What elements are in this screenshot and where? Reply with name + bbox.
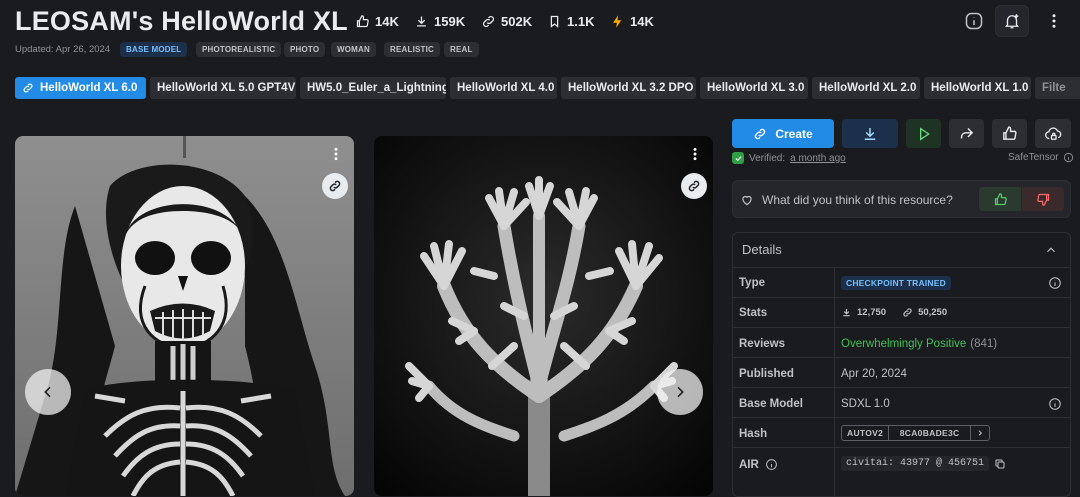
skeleton-woman-image [15, 136, 354, 496]
stat-buzz: 14K [610, 11, 654, 31]
download-button[interactable] [842, 119, 898, 148]
published-value: Apr 20, 2024 [841, 368, 907, 380]
bell-plus-icon [1003, 12, 1021, 30]
hash-type[interactable]: AUTOV2 [842, 426, 890, 440]
tag-woman[interactable]: WOMAN [331, 42, 376, 57]
hash-code[interactable]: 8CA0BADE3C [889, 426, 972, 440]
version-tab-6-0[interactable]: HelloWorld XL 6.0 [15, 77, 146, 99]
chevron-right-icon [672, 384, 688, 400]
info-icon[interactable] [1048, 276, 1062, 290]
feedback-question: What did you think of this resource? [740, 193, 953, 207]
more-menu-button[interactable] [1037, 5, 1071, 37]
copy-icon[interactable] [994, 458, 1006, 470]
version-tab-hw5-lightning[interactable]: HW5.0_Euler_a_Lightning [300, 77, 446, 99]
download-icon [841, 307, 852, 318]
shield-check-icon [732, 152, 744, 164]
thumbs-down-icon [1036, 192, 1051, 207]
info-icon[interactable] [1048, 397, 1062, 411]
chevron-right-icon[interactable] [971, 426, 989, 440]
hash-label: Hash [739, 428, 768, 440]
link-icon [22, 82, 34, 94]
carousel-prev-button[interactable] [25, 369, 71, 415]
tag-photo[interactable]: PHOTO [284, 42, 326, 57]
card-remix-button[interactable] [322, 173, 348, 199]
hands-sculpture-image [374, 136, 713, 496]
info-button[interactable] [957, 5, 991, 37]
lightning-icon [610, 14, 625, 29]
link-icon [687, 179, 701, 193]
stat-likes: 14K [355, 11, 399, 31]
info-icon [964, 11, 984, 31]
stat-downloads: 159K [414, 11, 465, 31]
version-tab-4-0[interactable]: HelloWorld XL 4.0 [450, 77, 557, 99]
play-icon [916, 126, 932, 142]
link-icon [328, 179, 342, 193]
tag-real[interactable]: REAL [444, 42, 479, 57]
verified-time-link[interactable]: a month ago [790, 153, 846, 164]
reviews-value[interactable]: Overwhelmingly Positive (841) [841, 338, 997, 350]
card-menu-button[interactable] [326, 144, 346, 164]
link-icon [481, 14, 496, 29]
download-icon [414, 14, 429, 29]
stat-generations: 502K [481, 11, 532, 31]
air-value: civitai: 43977 @ 456751 [841, 456, 1006, 471]
thumbs-up-review-button[interactable] [979, 187, 1021, 211]
thumbs-up-icon [355, 14, 370, 29]
create-button[interactable]: Create [732, 119, 834, 148]
card-menu-button[interactable] [685, 144, 705, 164]
base-model-tag[interactable]: BASE MODEL [120, 42, 188, 57]
version-tab-1-0[interactable]: HelloWorld XL 1.0 [924, 77, 1031, 99]
cloud-lock-button[interactable] [1035, 119, 1071, 148]
stat-bookmarks: 1.1K [547, 11, 594, 31]
bookmark-icon [547, 14, 562, 29]
tag-photorealistic[interactable]: PHOTOREALISTIC [196, 42, 282, 57]
safetensor-label: SafeTensor [1008, 152, 1074, 163]
carousel-next-button[interactable] [657, 369, 703, 415]
link-icon [902, 307, 913, 318]
updated-date: Updated: Apr 26, 2024 [15, 44, 111, 55]
cloud-lock-icon [1044, 125, 1062, 143]
published-label: Published [739, 368, 794, 380]
version-tab-3-0[interactable]: HelloWorld XL 3.0 [700, 77, 808, 99]
info-icon[interactable] [765, 458, 778, 471]
download-icon [861, 125, 879, 143]
info-icon[interactable] [1063, 152, 1074, 163]
stats-label: Stats [739, 307, 768, 319]
tag-realistic[interactable]: REALISTIC [384, 42, 441, 57]
share-icon [958, 125, 975, 142]
hash-value[interactable]: AUTOV2 8CA0BADE3C [841, 425, 991, 441]
thumbs-up-icon [993, 192, 1008, 207]
thumbs-down-review-button[interactable] [1022, 187, 1064, 211]
verified-status: Verified: a month ago [732, 152, 846, 164]
stats-value: 12,750 50,250 [841, 307, 947, 318]
link-icon [753, 127, 767, 141]
version-tab-3-2-dpo[interactable]: HelloWorld XL 3.2 DPO [561, 77, 696, 99]
notify-button[interactable] [995, 5, 1029, 37]
like-button[interactable] [992, 119, 1027, 148]
air-label: AIR [739, 458, 778, 471]
chevron-left-icon [40, 384, 56, 400]
page-title: LEOSAM's HelloWorld XL [15, 6, 348, 36]
base-model-value: SDXL 1.0 [841, 398, 890, 410]
card-remix-button[interactable] [681, 173, 707, 199]
heart-icon [740, 193, 754, 207]
version-tab-2-0[interactable]: HelloWorld XL 2.0 [812, 77, 920, 99]
image-card-hands-tree[interactable] [374, 136, 713, 496]
dots-vertical-icon [1045, 12, 1063, 30]
thumbs-up-icon [1001, 125, 1018, 142]
dots-vertical-icon [687, 146, 703, 162]
base-model-label: Base Model [739, 398, 803, 410]
dots-vertical-icon [328, 146, 344, 162]
image-card-skeleton-woman[interactable] [15, 136, 354, 496]
version-tab-5-0-gpt4v[interactable]: HelloWorld XL 5.0 GPT4V [150, 77, 296, 99]
version-tab-filter[interactable]: Filte [1035, 77, 1080, 99]
type-label: Type [739, 277, 765, 289]
reviews-label: Reviews [739, 338, 786, 350]
type-value: CHECKPOINT TRAINED [841, 276, 951, 290]
details-title[interactable]: Details [742, 242, 782, 257]
chevron-up-icon[interactable] [1044, 243, 1058, 257]
play-button[interactable] [906, 119, 941, 148]
share-button[interactable] [949, 119, 984, 148]
